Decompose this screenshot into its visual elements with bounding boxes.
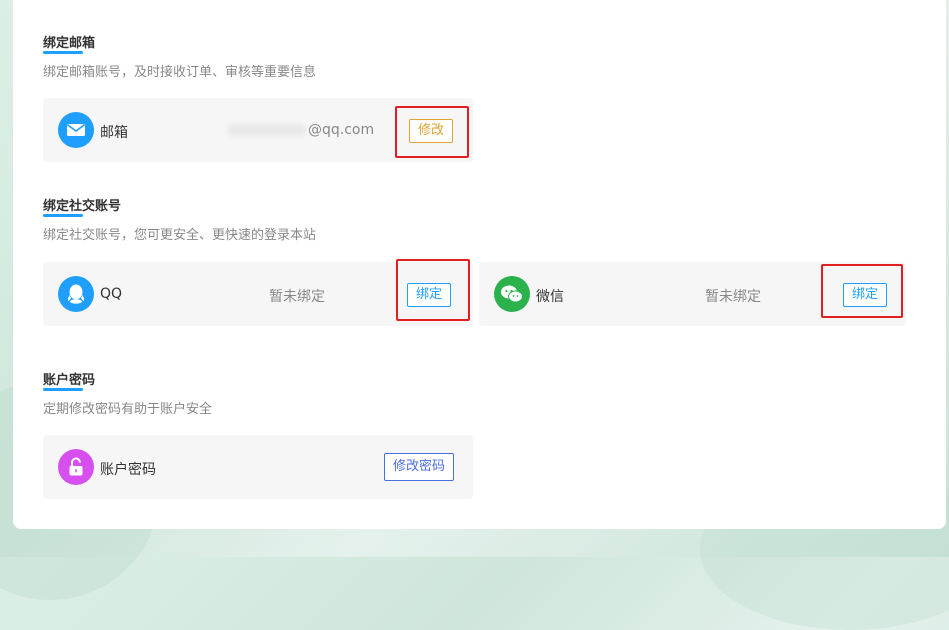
email-section-title: 绑定邮箱 — [43, 36, 96, 51]
masked-email-blur — [228, 124, 306, 136]
wechat-status: 暂未绑定 — [705, 289, 761, 305]
password-section-desc: 定期修改密码有助于账户安全 — [43, 402, 213, 417]
wechat-label: 微信 — [536, 289, 564, 305]
password-row: 账户密码 修改密码 — [43, 435, 473, 499]
email-value: @qq.com — [228, 122, 374, 138]
email-suffix: @qq.com — [308, 122, 375, 138]
wechat-icon — [494, 276, 530, 312]
mail-icon — [58, 112, 94, 148]
social-section-desc: 绑定社交账号，您可更安全、更快速的登录本站 — [43, 228, 317, 243]
password-section-title: 账户密码 — [43, 373, 96, 388]
highlight-box — [821, 264, 903, 318]
highlight-box — [395, 106, 469, 158]
email-section-desc: 绑定邮箱账号，及时接收订单、审核等重要信息 — [43, 65, 317, 80]
highlight-box — [396, 259, 470, 321]
section-underline — [43, 51, 83, 54]
qq-label: QQ — [100, 286, 123, 302]
unlock-icon — [58, 449, 94, 485]
qq-icon — [58, 276, 94, 312]
social-section-title: 绑定社交账号 — [43, 199, 122, 214]
change-password-button[interactable]: 修改密码 — [384, 453, 455, 481]
section-underline — [43, 388, 83, 391]
section-underline — [43, 214, 83, 217]
settings-card: 绑定邮箱 绑定邮箱账号，及时接收订单、审核等重要信息 邮箱 @qq.com 修改… — [13, 0, 946, 529]
qq-status: 暂未绑定 — [269, 289, 325, 305]
password-label: 账户密码 — [100, 462, 156, 478]
email-label: 邮箱 — [100, 125, 128, 141]
